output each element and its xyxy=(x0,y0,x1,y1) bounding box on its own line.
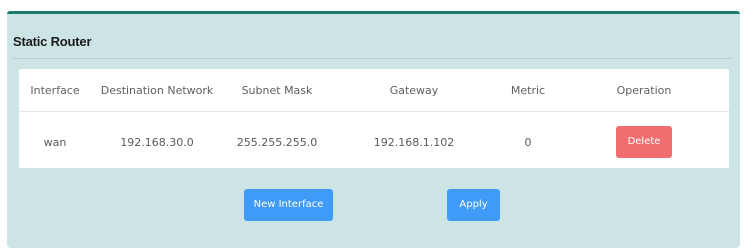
routes-table-card: Interface Destination Network Subnet Mas… xyxy=(19,69,729,168)
static-router-panel: Static Router Interface Destination Netw… xyxy=(7,11,740,248)
new-interface-button[interactable]: New Interface xyxy=(244,189,333,221)
cell-destination-network: 192.168.30.0 xyxy=(120,135,194,149)
header-destination-network: Destination Network xyxy=(91,69,223,112)
routes-table: Interface Destination Network Subnet Mas… xyxy=(19,69,729,172)
panel-title: Static Router xyxy=(13,34,92,49)
cell-operation: Delete xyxy=(559,112,729,173)
header-subnet-mask: Subnet Mask xyxy=(223,69,331,112)
cell-metric: 0 xyxy=(524,135,532,149)
cell-interface: wan xyxy=(43,135,67,149)
title-divider xyxy=(13,58,732,59)
apply-button[interactable]: Apply xyxy=(447,189,500,221)
header-metric: Metric xyxy=(497,69,559,112)
header-operation: Operation xyxy=(559,69,729,112)
cell-gateway: 192.168.1.102 xyxy=(373,135,455,149)
header-interface: Interface xyxy=(19,69,91,112)
table-header-row: Interface Destination Network Subnet Mas… xyxy=(19,69,729,112)
cell-subnet-mask: 255.255.255.0 xyxy=(236,135,318,149)
header-gateway: Gateway xyxy=(331,69,497,112)
delete-button[interactable]: Delete xyxy=(616,126,672,158)
table-row: wan 192.168.30.0 255.255.255.0 192.168.1… xyxy=(19,112,729,173)
